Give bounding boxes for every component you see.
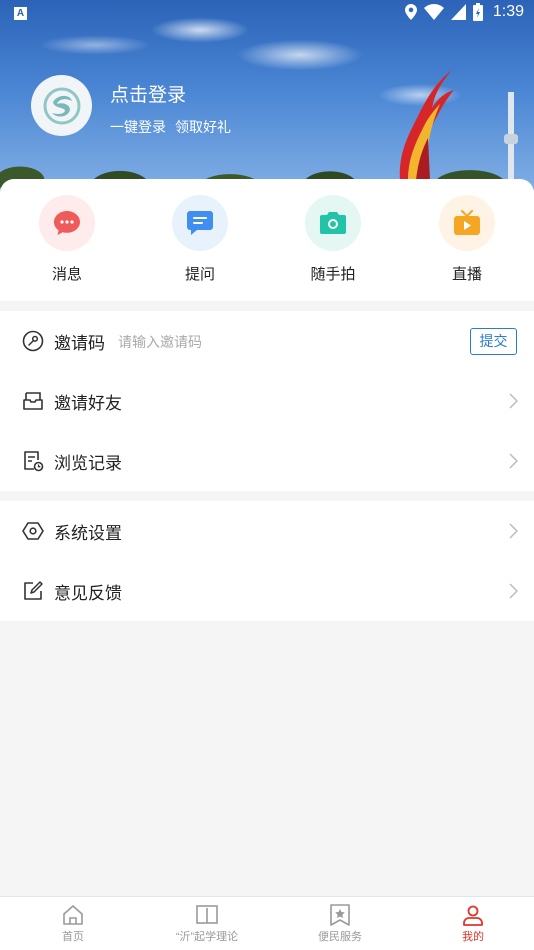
quick-action-label: 随手拍: [310, 266, 356, 283]
invite-code-row: 邀请码 提交: [0, 311, 534, 371]
quick-action-snapshot[interactable]: 随手拍: [288, 195, 378, 284]
quick-actions-card: 消息 提问 随手拍 直播: [0, 179, 534, 301]
quick-action-questions[interactable]: 提问: [155, 195, 245, 284]
tab-services[interactable]: 便民服务: [273, 903, 407, 944]
quick-action-label: 消息: [51, 266, 82, 283]
wifi-icon: [423, 4, 444, 20]
quick-action-messages[interactable]: 消息: [22, 195, 112, 284]
logo-icon: [43, 87, 80, 124]
chevron-right-icon: [509, 393, 518, 409]
tab-label: 便民服务: [318, 931, 362, 943]
menu-item-invite-friends[interactable]: 邀请好友: [0, 371, 534, 431]
tab-label: “沂”起学理论: [175, 931, 239, 943]
menu-item-feedback[interactable]: 意见反馈: [0, 561, 534, 621]
settings-hexagon-icon: [22, 522, 44, 540]
quick-action-label: 提问: [184, 266, 215, 283]
invite-code-input[interactable]: [118, 331, 448, 353]
inbox-icon: [23, 392, 43, 410]
key-icon: [22, 330, 44, 352]
login-link[interactable]: 点击登录: [110, 80, 186, 107]
submit-button[interactable]: 提交: [470, 328, 517, 355]
quick-action-label: 直播: [451, 266, 482, 283]
menu-item-label: 系统设置: [54, 523, 122, 543]
menu-item-label: 浏览记录: [54, 453, 122, 473]
menu-item-label: 邀请好友: [54, 393, 122, 413]
claim-gift-text: 领取好礼: [175, 119, 231, 135]
tab-home[interactable]: 首页: [6, 903, 140, 944]
avatar[interactable]: [31, 75, 92, 136]
history-icon: [24, 451, 44, 472]
tab-label: 我的: [462, 931, 484, 943]
login-subtitle[interactable]: 一键登录 领取好礼: [110, 117, 240, 137]
user-icon: [463, 905, 483, 926]
home-icon: [63, 905, 83, 925]
tv-tower-image: [504, 92, 518, 182]
chevron-right-icon: [509, 583, 518, 599]
location-icon: [404, 4, 417, 20]
live-tv-icon: [454, 210, 480, 235]
phoenix-sculpture-image: [399, 70, 454, 180]
notification-icon: A: [14, 7, 27, 20]
chevron-right-icon: [509, 523, 518, 539]
question-icon: [187, 211, 213, 235]
menu-item-browse-history[interactable]: 浏览记录: [0, 431, 534, 491]
menu-section-account: 邀请码 提交 邀请好友 浏览记录: [0, 311, 534, 491]
tab-label: 首页: [62, 931, 84, 943]
status-time: 1:39: [492, 3, 524, 20]
feedback-edit-icon: [24, 581, 43, 600]
menu-section-settings: 系统设置 意见反馈: [0, 501, 534, 621]
tab-theory-study[interactable]: “沂”起学理论: [140, 903, 274, 944]
status-bar: A 1:39: [0, 0, 534, 28]
menu-item-label: 意见反馈: [54, 583, 122, 603]
camera-icon: [320, 212, 346, 234]
bookmark-star-icon: [330, 904, 350, 926]
chevron-right-icon: [509, 453, 518, 469]
quick-action-live[interactable]: 直播: [422, 195, 512, 284]
signal-icon: [450, 4, 466, 20]
invite-code-label: 邀请码: [54, 333, 105, 353]
book-icon: [196, 905, 218, 924]
tab-mine[interactable]: 我的: [406, 903, 534, 944]
bottom-nav: 首页 “沂”起学理论 便民服务 我的: [0, 896, 534, 950]
battery-icon: [472, 3, 483, 21]
menu-item-system-settings[interactable]: 系统设置: [0, 501, 534, 561]
one-click-login-text: 一键登录: [110, 119, 166, 135]
message-icon: [54, 211, 80, 235]
